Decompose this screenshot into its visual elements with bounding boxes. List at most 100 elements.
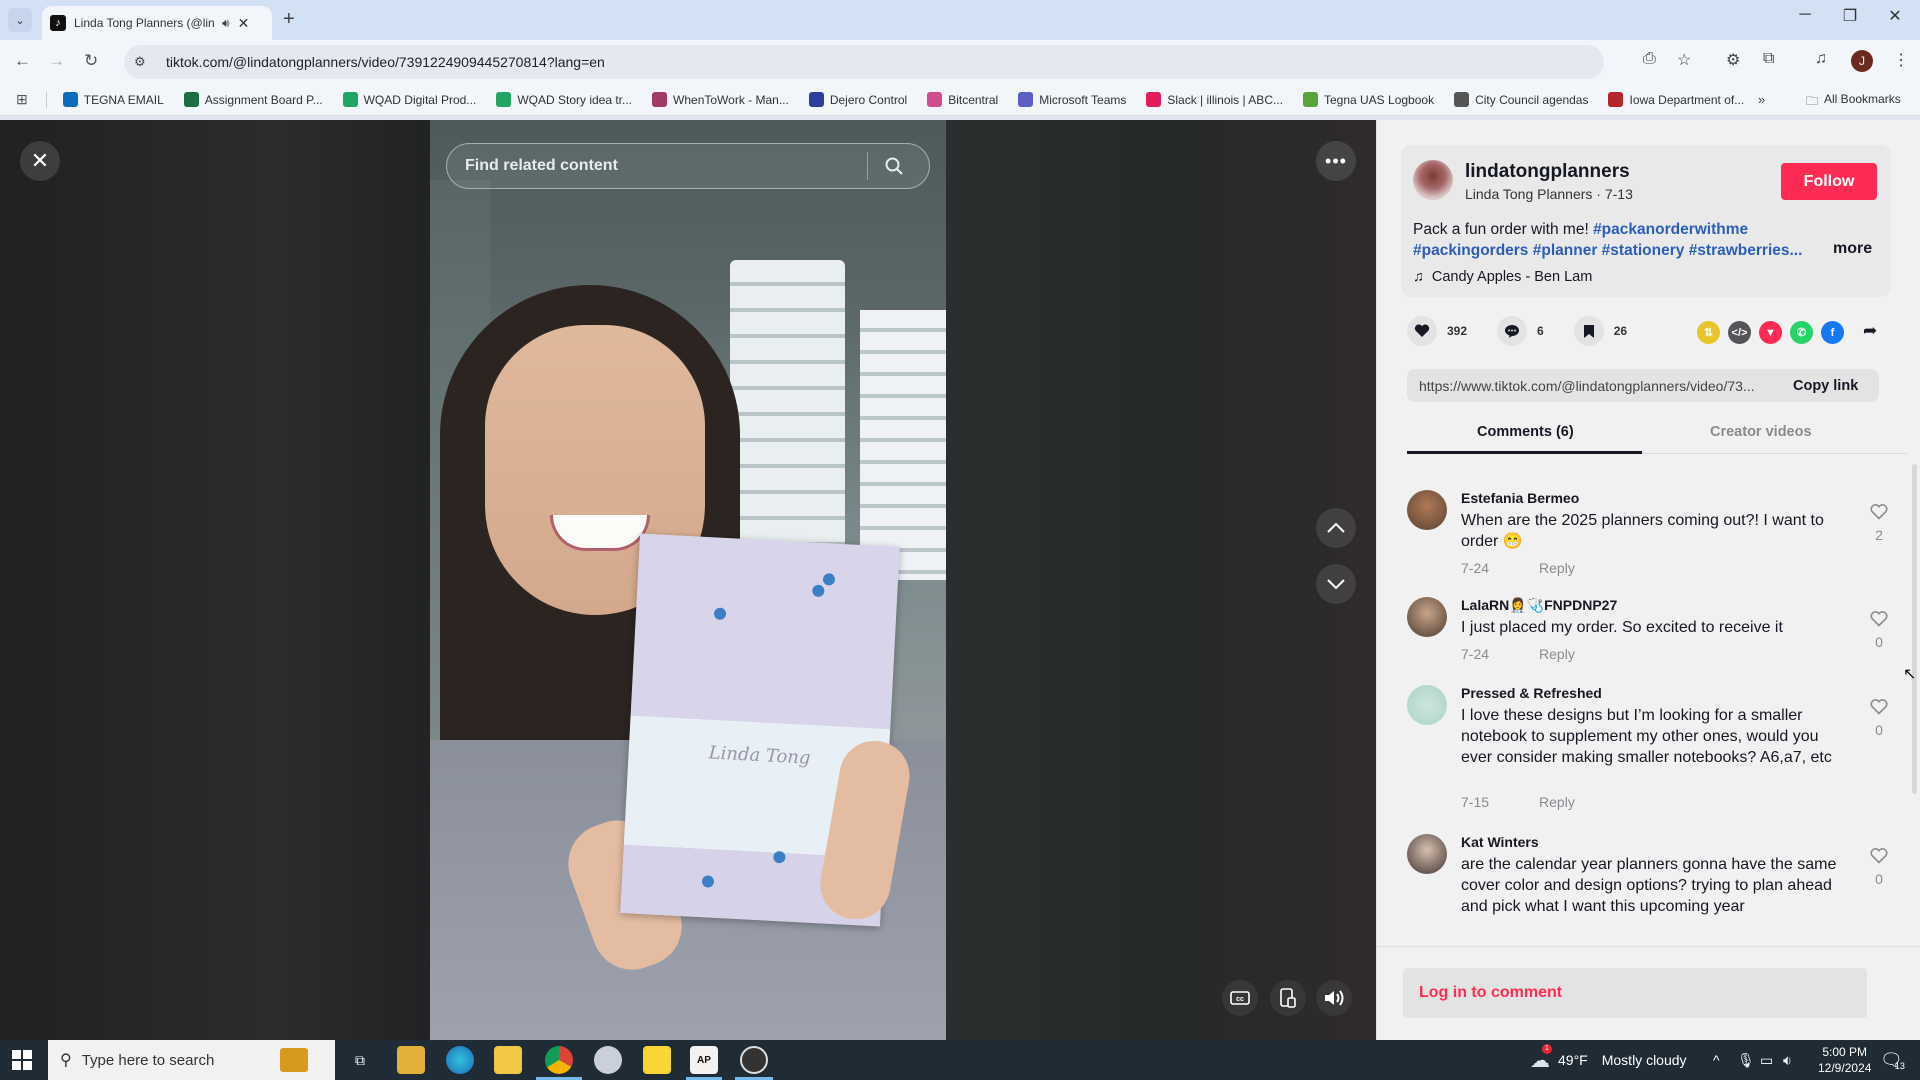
address-bar[interactable]: ⚙ tiktok.com/@lindatongplanners/video/73… xyxy=(124,45,1604,79)
reload-icon[interactable]: ↻ xyxy=(84,51,98,71)
reply-button[interactable]: Reply xyxy=(1539,646,1575,662)
extension-gear-icon[interactable]: ⚙ xyxy=(1726,50,1740,70)
comment-like-button[interactable]: 0 xyxy=(1868,699,1890,738)
app-icon-shield[interactable] xyxy=(397,1046,425,1074)
close-video-button[interactable]: ✕ xyxy=(20,141,60,181)
commenter-name[interactable]: Kat Winters xyxy=(1461,834,1539,850)
install-app-icon[interactable]: ⎙ xyxy=(1643,50,1656,68)
floating-player-button[interactable] xyxy=(1270,980,1306,1016)
login-to-comment-link[interactable]: Log in to comment xyxy=(1419,984,1562,1002)
facebook-share-icon[interactable]: f xyxy=(1821,321,1844,344)
hashtag-link[interactable]: #stationery xyxy=(1602,242,1685,259)
bookmark-item[interactable]: Slack | illinois | ABC... xyxy=(1146,92,1283,107)
bookmark-item[interactable]: WhenToWork - Man... xyxy=(652,92,789,107)
tab-creator-videos[interactable]: Creator videos xyxy=(1710,424,1812,440)
clock[interactable]: 5:00 PM 12/9/2024 xyxy=(1818,1040,1871,1080)
sticky-notes-icon[interactable] xyxy=(643,1046,671,1074)
tab-comments[interactable]: Comments (6) xyxy=(1477,424,1574,440)
bookmark-item[interactable]: Tegna UAS Logbook xyxy=(1302,92,1434,107)
bookmark-item[interactable]: WQAD Digital Prod... xyxy=(342,92,476,107)
comment-like-button[interactable]: 0 xyxy=(1868,848,1890,887)
follow-button[interactable]: Follow xyxy=(1781,163,1877,200)
like-button[interactable]: 392 xyxy=(1407,316,1467,346)
back-icon[interactable]: ← xyxy=(14,51,31,71)
hashtag-link[interactable]: #packingorders xyxy=(1413,242,1528,259)
reply-button[interactable]: Reply xyxy=(1539,560,1575,576)
tab-search-button[interactable]: ⌄ xyxy=(8,8,32,32)
music-link[interactable]: ♫ Candy Apples - Ben Lam xyxy=(1413,269,1592,285)
site-settings-icon[interactable]: ⚙ xyxy=(134,54,156,70)
notifications-button[interactable]: 🗨︎ 13 xyxy=(1880,1040,1905,1080)
comment-like-button[interactable]: 0 xyxy=(1868,611,1890,650)
previous-video-button[interactable] xyxy=(1316,508,1356,548)
commenter-name[interactable]: Estefania Bermeo xyxy=(1461,490,1579,506)
edge-browser-icon[interactable] xyxy=(446,1046,474,1074)
new-tab-button[interactable]: + xyxy=(283,8,295,31)
comment-like-button[interactable]: 2 xyxy=(1868,504,1890,543)
chrome-icon[interactable] xyxy=(545,1046,573,1074)
hashtag-link[interactable]: #strawberries... xyxy=(1689,242,1803,259)
repost-share-icon[interactable]: ⇅ xyxy=(1697,321,1720,344)
task-view-icon[interactable]: ⧉ xyxy=(346,1046,374,1074)
reply-button[interactable]: Reply xyxy=(1539,794,1575,810)
bookmark-item[interactable]: TEGNA EMAIL xyxy=(62,92,164,107)
weather-widget[interactable]: ☁ 1 49°F Mostly cloudy xyxy=(1530,1040,1687,1080)
browser-tab-active[interactable]: ♪ Linda Tong Planners (@lindatongplanner… xyxy=(42,6,272,40)
apps-grid-icon[interactable]: ⊞ xyxy=(16,91,28,108)
taskbar-search-input[interactable] xyxy=(81,1051,282,1069)
commenter-avatar[interactable] xyxy=(1407,685,1447,725)
volume-icon[interactable]: 🔉︎ xyxy=(1783,1040,1792,1080)
search-button[interactable] xyxy=(868,144,920,188)
more-options-button[interactable]: ••• xyxy=(1316,141,1356,181)
ap-app-icon[interactable]: AP xyxy=(690,1046,718,1074)
bookmark-star-icon[interactable]: ☆ xyxy=(1677,50,1691,70)
profile-avatar[interactable]: J xyxy=(1851,50,1873,72)
bookmark-item[interactable]: Iowa Department of... xyxy=(1608,92,1744,107)
menu-kebab-icon[interactable]: ⋮ xyxy=(1893,50,1909,70)
commenter-name[interactable]: LalaRN👩‍⚕️🩺FNPDNP27 xyxy=(1461,597,1617,614)
whatsapp-share-icon[interactable]: ✆ xyxy=(1790,321,1813,344)
close-window-button[interactable]: ✕ xyxy=(1875,6,1915,26)
captions-button[interactable]: cc xyxy=(1222,980,1258,1016)
app-icon-snipping[interactable] xyxy=(594,1046,622,1074)
file-explorer-icon[interactable] xyxy=(494,1046,522,1074)
commenter-avatar[interactable] xyxy=(1407,597,1447,637)
hashtag-link[interactable]: #planner xyxy=(1533,242,1598,259)
bookmark-item[interactable]: Assignment Board P... xyxy=(183,92,323,107)
restore-button[interactable]: ❐ xyxy=(1830,6,1870,26)
media-control-icon[interactable]: ♫ xyxy=(1815,50,1827,68)
share-link-text[interactable]: https://www.tiktok.com/@lindatongplanner… xyxy=(1419,378,1779,394)
next-video-button[interactable] xyxy=(1316,564,1356,604)
commenter-avatar[interactable] xyxy=(1407,834,1447,874)
embed-share-icon[interactable]: </> xyxy=(1728,321,1751,344)
bookmark-item[interactable]: WQAD Story idea tr... xyxy=(496,92,632,107)
show-hidden-icons-chevron[interactable]: ^ xyxy=(1713,1040,1720,1080)
network-icon[interactable]: ▭ xyxy=(1760,1040,1773,1080)
commenter-avatar[interactable] xyxy=(1407,490,1447,530)
share-arrow-icon[interactable]: ➦ xyxy=(1863,321,1877,341)
microphone-icon[interactable]: 🎙︎ xyxy=(1737,1040,1755,1080)
bookmark-item[interactable]: Dejero Control xyxy=(808,92,907,107)
bookmarks-overflow-button[interactable]: » xyxy=(1758,92,1765,107)
commenter-name[interactable]: Pressed & Refreshed xyxy=(1461,685,1602,701)
copy-link-button[interactable]: Copy link xyxy=(1793,378,1858,394)
related-content-search-input[interactable] xyxy=(447,157,867,175)
comments-scrollbar[interactable] xyxy=(1912,464,1917,794)
forward-icon[interactable]: → xyxy=(48,51,65,71)
speaker-icon[interactable]: 🔊︎ xyxy=(222,16,230,31)
creator-username[interactable]: lindatongplanners xyxy=(1465,161,1630,183)
bookmark-item[interactable]: Bitcentral xyxy=(927,92,998,107)
description-more-button[interactable]: more xyxy=(1833,240,1872,258)
close-tab-icon[interactable]: ✕ xyxy=(238,15,250,32)
minimize-button[interactable]: ─ xyxy=(1785,6,1825,24)
extensions-puzzle-icon[interactable]: ⧉ xyxy=(1763,50,1774,68)
send-to-friends-share-icon[interactable]: ▼ xyxy=(1759,321,1782,344)
bookmark-item[interactable]: Microsoft Teams xyxy=(1018,92,1126,107)
hashtag-link[interactable]: #packanorderwithme xyxy=(1593,221,1748,238)
url-text[interactable]: tiktok.com/@lindatongplanners/video/7391… xyxy=(166,54,605,70)
creator-avatar[interactable] xyxy=(1413,160,1453,200)
video-player[interactable]: Linda Tong xyxy=(430,120,946,1040)
save-button[interactable]: 26 xyxy=(1573,316,1627,346)
bookmark-item[interactable]: City Council agendas xyxy=(1454,92,1588,107)
volume-button[interactable] xyxy=(1316,980,1352,1016)
